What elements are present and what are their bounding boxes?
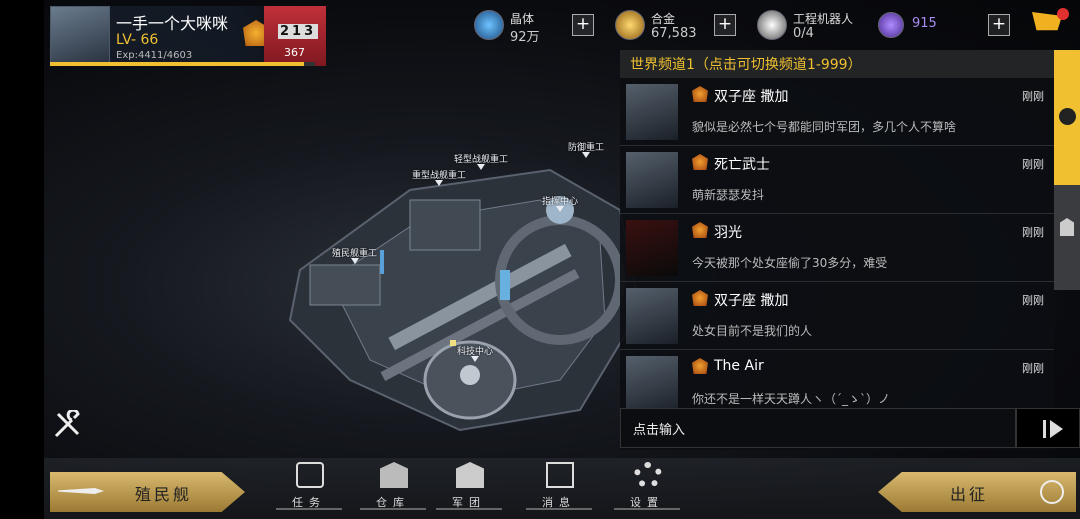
add-alloy-button[interactable]: + [714,14,736,36]
building-label[interactable]: 重型战舰重工 [412,168,466,186]
exp-bar [50,62,315,66]
chat-message[interactable]: 双子座 撒加 刚刚 处女目前不是我们的人 [620,282,1054,350]
resource-name: 晶体 [510,12,535,26]
building-label[interactable]: 轻型战舰重工 [454,152,508,170]
building-label[interactable]: 防御重工 [568,140,604,158]
chat-username[interactable]: The Air [714,358,764,374]
menu-divider [436,508,502,510]
chat-message[interactable]: 死亡武士 刚刚 萌新瑟瑟发抖 [620,146,1054,214]
target-icon [1040,480,1064,504]
building-label[interactable]: 科技中心 [457,344,493,362]
legion-icon [1060,218,1074,236]
rank-badge-icon [692,86,708,102]
station-art [288,168,642,432]
chat-text: 萌新瑟瑟发抖 [692,188,765,202]
chat-message[interactable]: 羽光 刚刚 今天被那个处女座偷了30多分，难受 [620,214,1054,282]
chat-time: 刚刚 [1022,362,1044,375]
menu-divider [614,508,680,510]
exp-bar-fill [50,62,305,66]
add-crystal-button[interactable]: + [572,14,594,36]
add-u-currency-button[interactable]: + [988,14,1010,36]
chat-username[interactable]: 双子座 撒加 [714,86,788,106]
chat-message[interactable]: 双子座 撒加 刚刚 貌似是必然七个号都能同时军团，多几个人不算啥 [620,78,1054,146]
avatar[interactable] [626,220,678,276]
chat-time: 刚刚 [1022,90,1044,103]
deploy-label: 出征 [950,485,989,504]
robot-icon [757,10,787,40]
rank-badge-icon [692,358,708,374]
chat-message[interactable]: The Air 刚刚 你还不是一样天天蹲人ヽ（´_ゝ`）ノ [620,350,1054,408]
chat-time: 刚刚 [1022,158,1044,171]
resource-value: 67,583 [651,26,697,41]
avatar[interactable] [626,84,678,140]
menu-tasks[interactable]: 任务 [272,460,346,512]
globe-icon [1059,108,1076,125]
resource-value: 915 [912,16,937,31]
player-level: LV- 66 [116,32,159,48]
tools-icon[interactable] [52,410,82,440]
space-station[interactable]: 轻型战舰重工 重型战舰重工 防御重工 指挥中心 殖民舰重工 科技中心 [260,130,680,450]
left-letterbox [0,0,44,519]
menu-settings[interactable]: 设置 [610,460,684,512]
game-scene: 轻型战舰重工 重型战舰重工 防御重工 指挥中心 殖民舰重工 科技中心 一手一个大… [0,0,1080,519]
colony-ship-label: 殖民舰 [135,485,193,504]
avatar[interactable] [626,356,678,408]
chat-text: 今天被那个处女座偷了30多分，难受 [692,256,888,270]
chat-text: 你还不是一样天天蹲人ヽ（´_ゝ`）ノ [692,392,891,406]
deploy-button[interactable]: 出征 [878,472,1076,512]
notification-badge [1057,8,1069,20]
chat-time: 刚刚 [1022,226,1044,239]
menu-divider [526,508,592,510]
send-button[interactable] [1016,408,1080,448]
chat-text: 处女目前不是我们的人 [692,324,813,338]
rank-badge-icon [692,154,708,170]
legion-icon [456,462,484,488]
podium-digits: 213 [278,24,319,39]
avatar[interactable] [626,288,678,344]
ship-icon [58,488,104,494]
u-currency-icon [878,12,904,38]
warehouse-icon [380,462,408,488]
rank-badge-icon [692,290,708,306]
resource-value: 92万 [510,30,540,45]
chat-username[interactable]: 死亡武士 [714,154,770,174]
resource-value: 0/4 [793,26,814,41]
menu-legion[interactable]: 军团 [432,460,506,512]
player-exp: Exp:4411/4603 [116,50,193,61]
ranking-button[interactable]: 213 367 [264,6,326,66]
avatar[interactable] [50,6,110,64]
building-label[interactable]: 殖民舰重工 [332,246,377,264]
settings-icon [634,462,662,488]
ranking-score: 367 [284,46,305,59]
tab-world[interactable] [1054,50,1080,185]
chat-time: 刚刚 [1022,294,1044,307]
resource-name: 工程机器人 [793,12,854,26]
menu-divider [276,508,342,510]
menu-messages[interactable]: 消息 [522,460,596,512]
player-name: 一手一个大咪咪 [116,14,229,33]
colony-ship-button[interactable]: 殖民舰 [50,472,245,512]
task-icon [296,462,324,488]
message-icon [546,462,574,488]
player-panel[interactable]: 一手一个大咪咪 LV- 66 Exp:4411/4603 213 367 [50,6,326,66]
resource-name: 合金 [651,12,676,26]
alloy-icon [615,10,645,40]
chat-side-tabs [1054,50,1080,290]
chat-username[interactable]: 羽光 [714,222,742,242]
rank-badge-icon [692,222,708,238]
chat-username[interactable]: 双子座 撒加 [714,290,788,310]
avatar[interactable] [626,152,678,208]
crystal-icon [474,10,504,40]
building-label[interactable]: 指挥中心 [542,194,578,212]
menu-divider [360,508,426,510]
chat-channel-header[interactable]: 世界频道1（点击可切换频道1-999） [620,50,1054,78]
menu-warehouse[interactable]: 仓库 [356,460,430,512]
chat-panel: 世界频道1（点击可切换频道1-999） 双子座 撒加 刚刚 貌似是必然七个号都能… [620,50,1054,450]
chat-text: 貌似是必然七个号都能同时军团，多几个人不算啥 [692,120,957,134]
chat-input[interactable]: 点击输入 [620,408,1016,448]
